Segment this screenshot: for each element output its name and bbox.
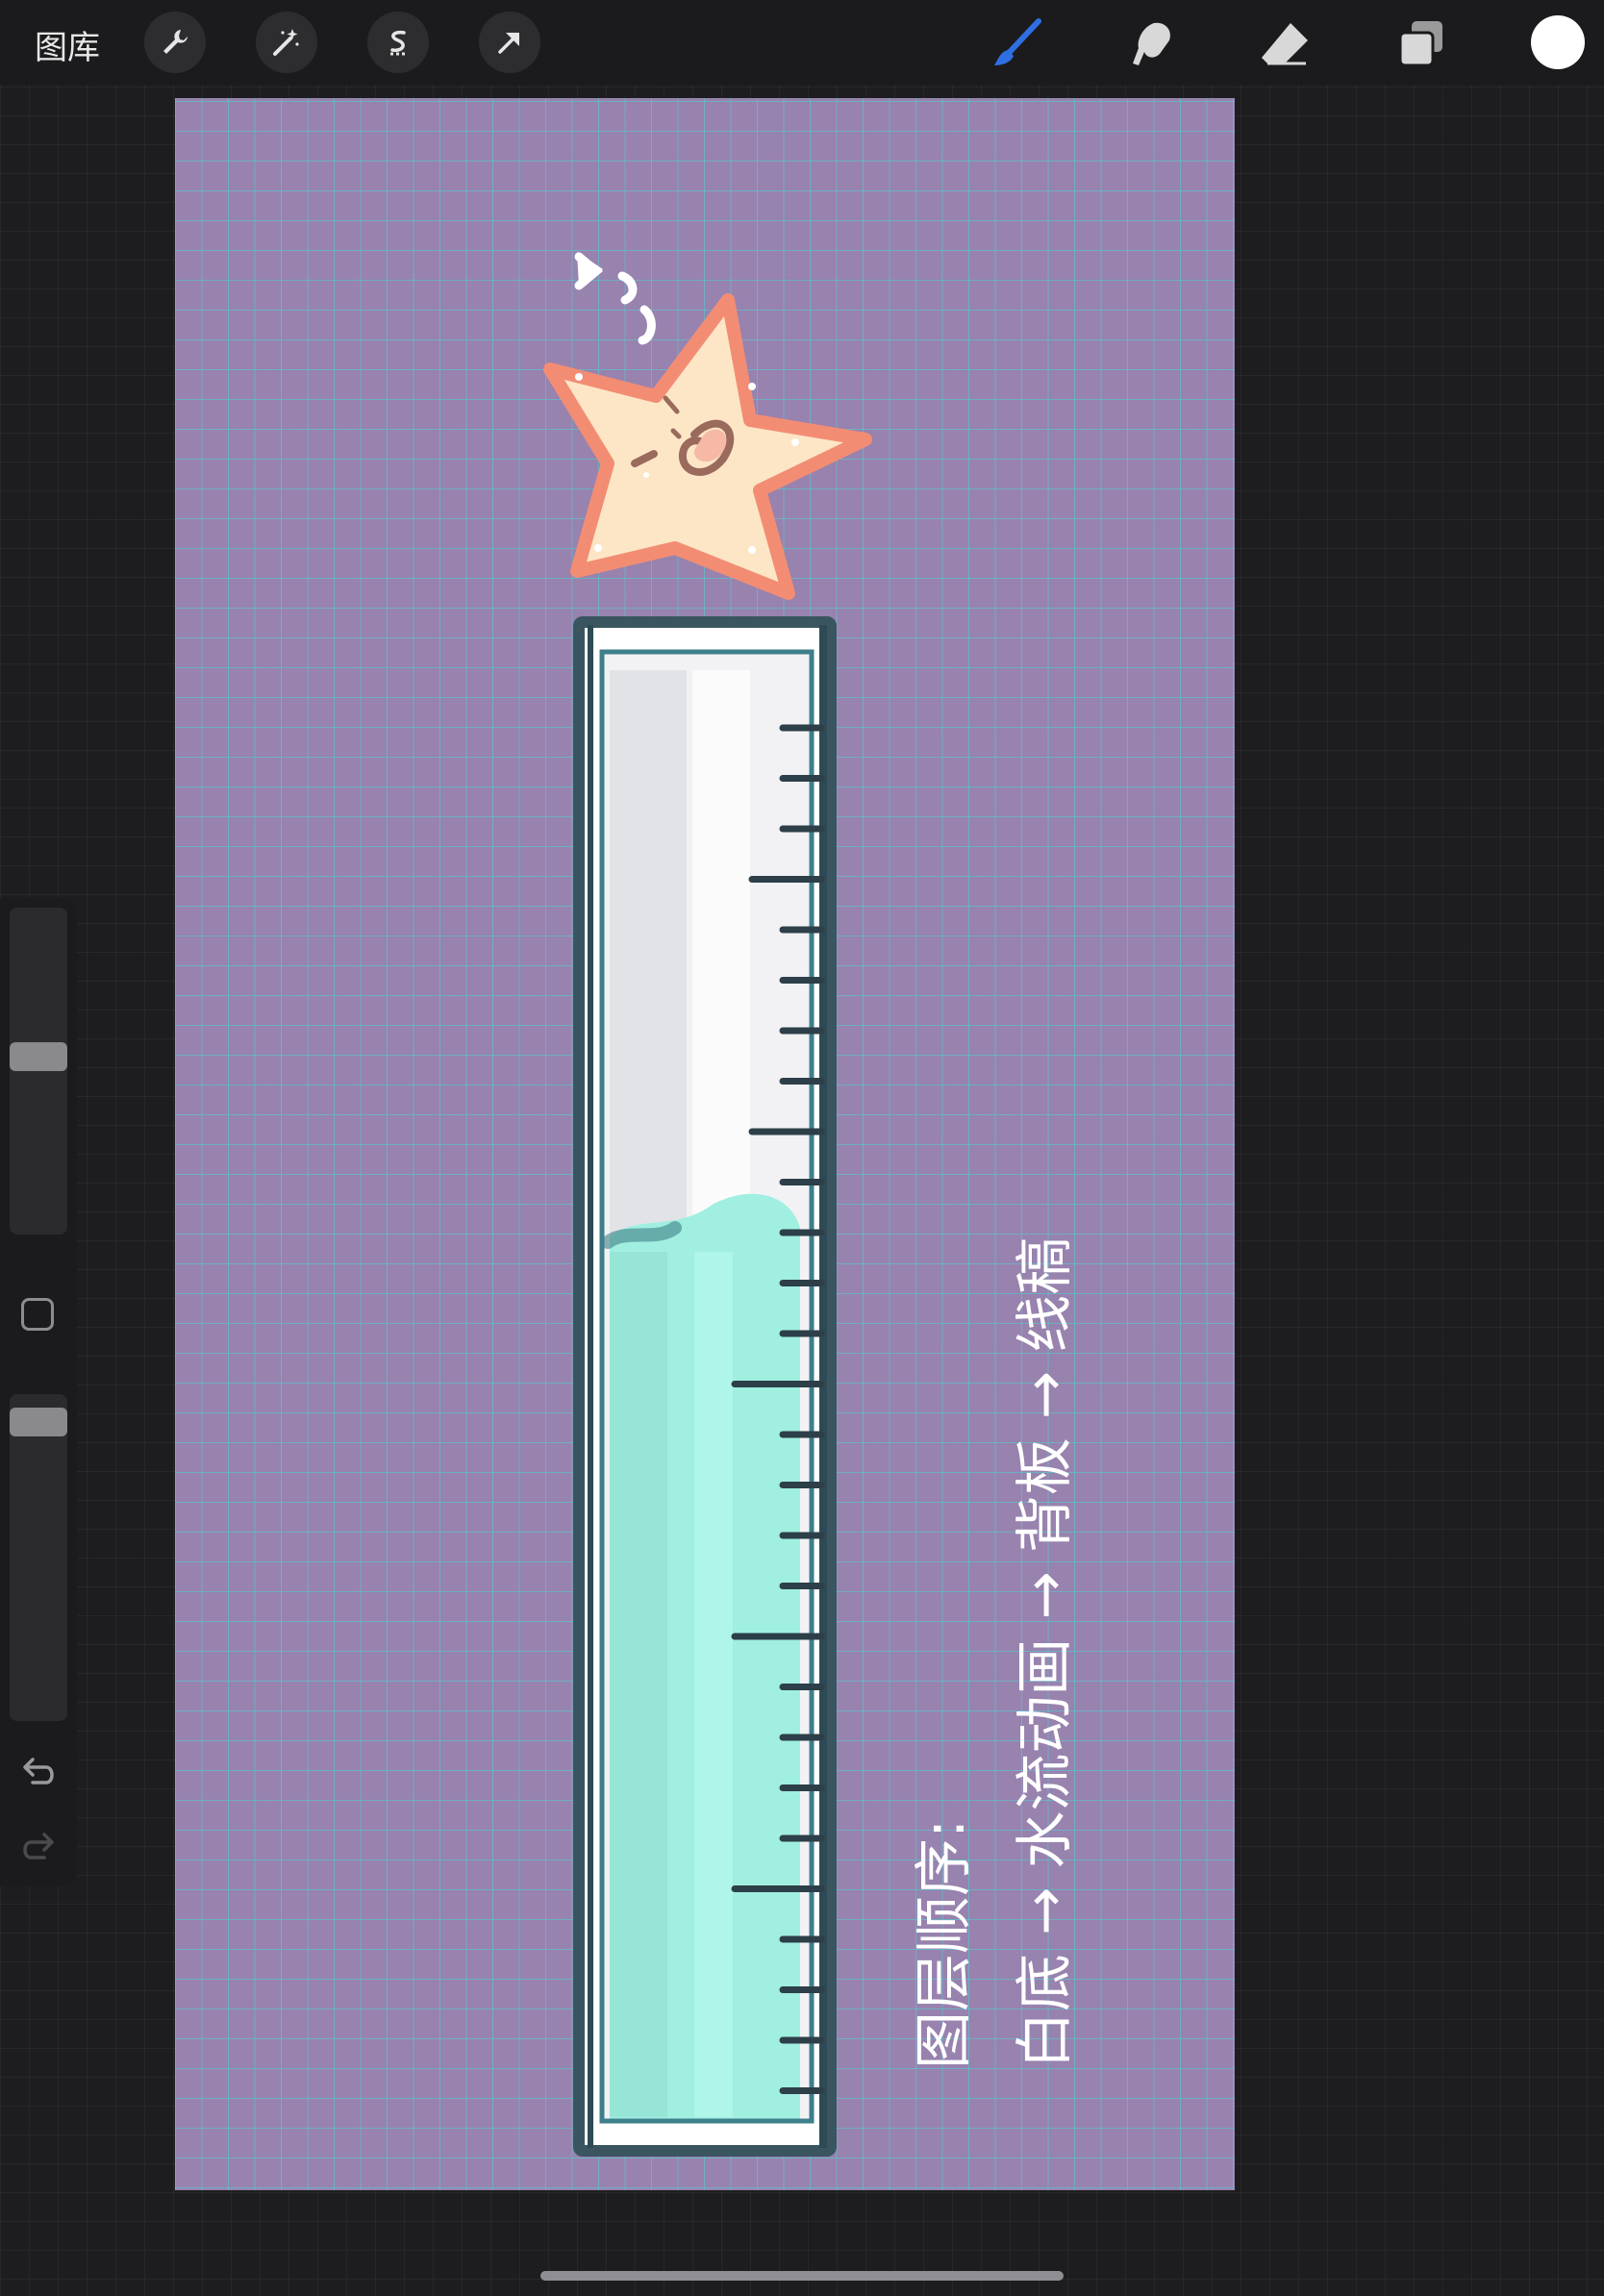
- artwork: 图层顺序: 白底 → 水流动画 → 背板 → 线稿: [543, 252, 1079, 2157]
- measuring-tube: [573, 616, 837, 2157]
- opacity-thumb[interactable]: [10, 1408, 67, 1436]
- redo-icon: [23, 1833, 54, 1859]
- gallery-button[interactable]: 图库: [35, 21, 100, 68]
- magic-wand-icon[interactable]: [256, 12, 317, 73]
- smudge-icon[interactable]: [1125, 17, 1179, 71]
- note-line-1: 图层顺序:: [911, 1819, 978, 2069]
- home-indicator: [540, 2271, 1064, 2281]
- square-outline-icon[interactable]: [21, 1298, 54, 1331]
- star-character: [543, 293, 872, 600]
- selection-icon[interactable]: [367, 12, 429, 73]
- note-line-2: 白底 → 水流动画 → 背板 → 线稿: [1012, 1237, 1079, 2069]
- color-swatch[interactable]: [1531, 15, 1585, 69]
- top-toolbar: 图库: [0, 0, 1604, 85]
- transform-arrow-icon[interactable]: [479, 12, 540, 73]
- undo-icon[interactable]: [21, 1756, 56, 1790]
- eraser-icon[interactable]: [1258, 17, 1312, 71]
- brush-icon[interactable]: [990, 17, 1044, 71]
- layer-order-note: 图层顺序: 白底 → 水流动画 → 背板 → 线稿: [911, 1237, 1079, 2069]
- wrench-icon[interactable]: [144, 12, 206, 73]
- brush-size-slider[interactable]: [10, 908, 67, 1235]
- side-slider-panel: [0, 898, 77, 1886]
- drawing-canvas[interactable]: 图层顺序: 白底 → 水流动画 → 背板 → 线稿: [175, 98, 1235, 2190]
- layers-icon[interactable]: [1394, 17, 1448, 71]
- opacity-slider[interactable]: [10, 1394, 67, 1721]
- brush-size-thumb[interactable]: [10, 1041, 67, 1071]
